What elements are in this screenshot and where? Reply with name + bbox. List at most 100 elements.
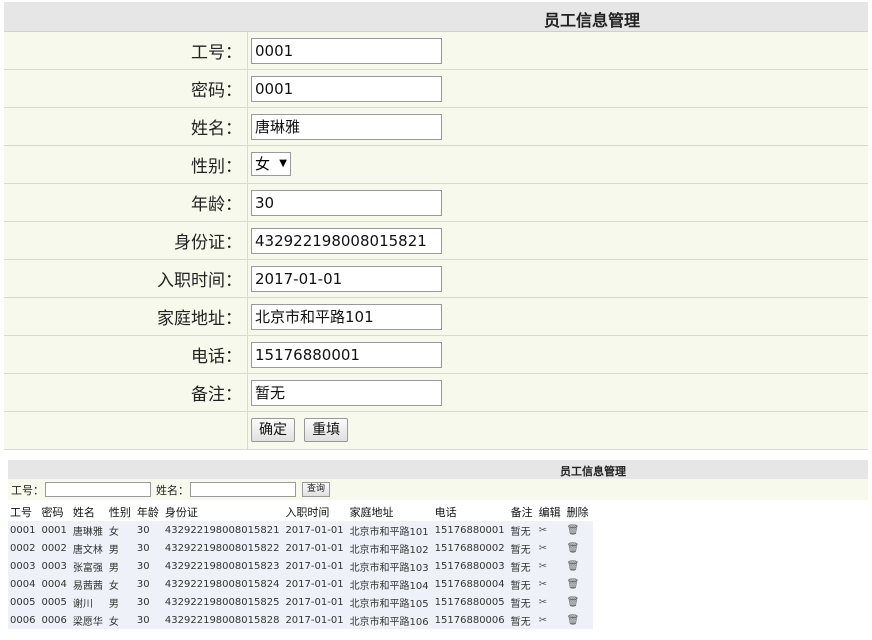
address-label: 家庭地址：	[157, 309, 242, 329]
table-row: 0001 0001 唐琳雅 女 30 432922198008015821 20…	[8, 521, 593, 539]
cell: 女	[108, 526, 119, 538]
edit-tool-icon[interactable]: ✂	[539, 579, 551, 590]
age-input[interactable]: 30	[251, 190, 442, 216]
search-id-input[interactable]	[45, 482, 151, 497]
column-header: 性别	[106, 503, 135, 521]
cell: 北京市和平路104	[349, 580, 429, 592]
row-age: 年龄： 30	[4, 184, 868, 222]
cell: 暂无	[510, 544, 531, 556]
cell: 0005	[10, 596, 36, 608]
column-header: 身份证	[162, 503, 284, 521]
trash-icon[interactable]: 🗑	[567, 597, 580, 608]
cell: 432922198008015821	[164, 524, 280, 536]
list-title-bar: 员工信息管理	[8, 460, 868, 479]
cell: 15176880006	[434, 614, 505, 626]
cell: 0001	[41, 524, 67, 536]
phone-input[interactable]: 15176880001	[251, 342, 442, 368]
search-button[interactable]: 查询	[302, 482, 331, 497]
phone-label: 电话：	[191, 347, 242, 367]
column-header: 年龄	[134, 503, 163, 521]
edit-tool-icon[interactable]: ✂	[539, 525, 551, 536]
row-gender: 性别： 女 ▼	[4, 146, 868, 184]
trash-icon[interactable]: 🗑	[567, 561, 580, 572]
cell: 2017-01-01	[285, 578, 344, 590]
trash-icon[interactable]: 🗑	[567, 615, 580, 626]
trash-icon[interactable]: 🗑	[567, 579, 580, 590]
cell: 北京市和平路106	[349, 616, 429, 628]
gender-select-value: 女	[255, 155, 271, 173]
cell: 0006	[10, 614, 36, 626]
column-header: 备注	[508, 503, 537, 521]
password-input[interactable]: 0001	[251, 76, 442, 102]
trash-icon[interactable]: 🗑	[567, 525, 580, 536]
id-card-input[interactable]: 432922198008015821	[251, 228, 442, 254]
dropdown-arrow-icon: ▼	[279, 158, 287, 169]
address-input[interactable]: 北京市和平路101	[251, 304, 442, 330]
cell: 2017-01-01	[285, 596, 344, 608]
column-header: 姓名	[70, 503, 107, 521]
cell: 暂无	[510, 598, 531, 610]
column-header: 密码	[39, 503, 71, 521]
edit-tool-icon[interactable]: ✂	[539, 615, 551, 626]
employee-id-label: 工号：	[191, 43, 242, 63]
confirm-button[interactable]: 确定	[251, 418, 295, 442]
employee-table: 工号 密码 姓名 性别 年龄 身份证 入职时间 家庭地址 电话 备注 编辑 删除…	[8, 503, 593, 629]
column-header: 工号	[8, 503, 40, 521]
form-title-bar: 员工信息管理	[4, 2, 868, 32]
cell: 唐琳雅	[72, 526, 103, 538]
row-hire-date: 入职时间： 2017-01-01	[4, 260, 868, 298]
password-label: 密码：	[191, 81, 242, 101]
table-header-row: 工号 密码 姓名 性别 年龄 身份证 入职时间 家庭地址 电话 备注 编辑 删除	[8, 503, 593, 521]
cell: 张富强	[72, 562, 103, 574]
row-employee-id: 工号： 0001	[4, 32, 868, 70]
cell: 女	[108, 580, 119, 592]
cell: 唐文林	[72, 544, 103, 556]
cell: 432922198008015828	[164, 614, 280, 626]
cell: 0003	[10, 560, 36, 572]
list-title: 员工信息管理	[560, 465, 626, 478]
column-header: 删除	[564, 503, 593, 521]
cell: 北京市和平路103	[349, 562, 429, 574]
search-name-label: 姓名：	[156, 483, 189, 497]
row-password: 密码： 0001	[4, 70, 868, 108]
reset-button[interactable]: 重填	[304, 418, 349, 442]
search-bar: 工号： 姓名： 查询	[8, 479, 868, 500]
trash-icon[interactable]: 🗑	[567, 543, 580, 554]
cell: 15176880001	[434, 524, 505, 536]
cell: 432922198008015825	[164, 596, 280, 608]
age-label: 年龄：	[191, 195, 242, 215]
cell: 30	[136, 614, 150, 626]
cell: 0005	[41, 596, 67, 608]
cell: 0002	[41, 542, 67, 554]
cell: 30	[136, 560, 150, 572]
cell: 30	[136, 542, 150, 554]
edit-tool-icon[interactable]: ✂	[539, 597, 551, 608]
cell: 北京市和平路101	[349, 526, 429, 538]
edit-tool-icon[interactable]: ✂	[539, 561, 551, 572]
cell: 15176880003	[434, 560, 505, 572]
name-label: 姓名：	[191, 119, 242, 139]
column-header: 家庭地址	[347, 503, 433, 521]
cell: 女	[108, 616, 119, 628]
cell: 谢川	[72, 598, 93, 610]
gender-select[interactable]: 女 ▼	[251, 152, 291, 176]
cell: 北京市和平路102	[349, 544, 429, 556]
hire-date-input[interactable]: 2017-01-01	[251, 266, 442, 292]
cell: 暂无	[510, 580, 531, 592]
cell: 432922198008015822	[164, 542, 280, 554]
cell: 暂无	[510, 616, 531, 628]
edit-tool-icon[interactable]: ✂	[539, 543, 551, 554]
cell: 易茜茜	[72, 580, 103, 592]
search-name-input[interactable]	[190, 482, 296, 497]
table-row: 0002 0002 唐文林 男 30 432922198008015822 20…	[8, 539, 593, 557]
name-input[interactable]: 唐琳雅	[251, 114, 442, 140]
row-remark: 备注： 暂无	[4, 374, 868, 412]
table-row: 0005 0005 谢川 男 30 432922198008015825 201…	[8, 593, 593, 611]
remark-input[interactable]: 暂无	[251, 380, 442, 406]
column-header: 入职时间	[283, 503, 348, 521]
employee-id-input[interactable]: 0001	[251, 38, 442, 64]
cell: 30	[136, 578, 150, 590]
cell: 0001	[10, 524, 36, 536]
cell: 男	[108, 598, 119, 610]
table-row: 0003 0003 张富强 男 30 432922198008015823 20…	[8, 557, 593, 575]
